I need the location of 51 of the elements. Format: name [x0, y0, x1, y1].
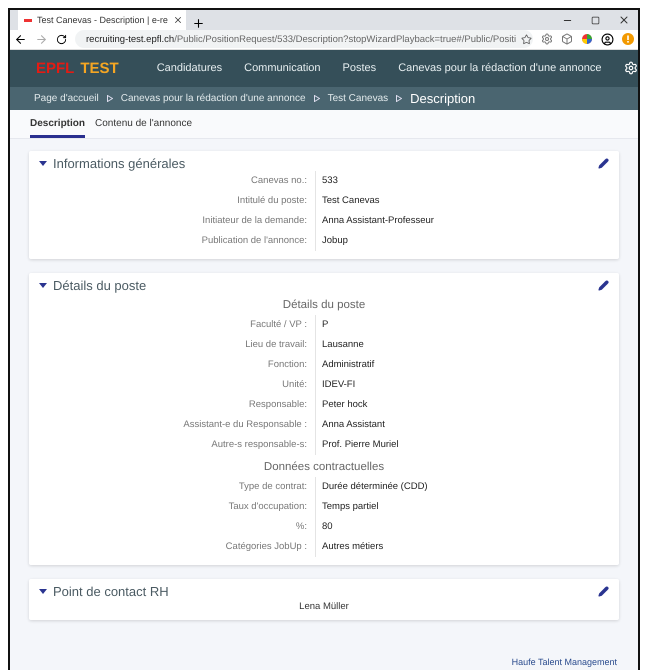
field-value: Administratif: [321, 358, 376, 372]
breadcrumb-current: Description: [410, 90, 476, 106]
field-label: Autre-s responsable-s:: [39, 435, 316, 455]
field-value: Anna Assistant: [321, 418, 386, 432]
field-label: Publication de l'annonce:: [39, 231, 316, 251]
field-label: Intitulé du poste:: [39, 191, 316, 211]
section-title: Point de contact RH: [53, 584, 169, 599]
breadcrumb-link[interactable]: Canevas pour la rédaction d'une annonce: [120, 92, 306, 104]
footer-link[interactable]: Haufe Talent Management: [512, 657, 617, 667]
field-value: Temps partiel: [321, 500, 380, 514]
tab[interactable]: Contenu de l'annonce: [95, 116, 192, 138]
field-label: Faculté / VP :: [39, 315, 316, 335]
address-field[interactable]: recruiting-test.epfl.ch/Public/PositionRequest/533/Description?stopWizardPlayback=true#/Public/Positi: [75, 30, 533, 48]
field-value: 533: [321, 174, 339, 188]
section-title: Informations générales: [53, 156, 186, 171]
field-value: Anna Assistant-Professeur: [321, 214, 435, 228]
field-value: P: [321, 318, 330, 332]
field-value: Durée déterminée (CDD): [321, 480, 429, 494]
field-value: Test Canevas: [321, 194, 381, 208]
field-label: Taux d'occupation:: [39, 497, 316, 517]
field-value: 80: [321, 520, 334, 534]
breadcrumb-link[interactable]: Page d'accueil: [34, 92, 99, 104]
browser-tab[interactable]: Test Canevas - Description | e-re: [18, 10, 186, 30]
field-label: Responsable:: [39, 395, 316, 415]
section-title: Détails du poste: [53, 278, 146, 293]
logo: EPFL TEST: [36, 60, 119, 77]
field-value: Peter hock: [321, 398, 368, 412]
field-label: Initiateur de la demande:: [39, 211, 316, 231]
tab-title: Test Canevas - Description | e-re: [37, 15, 168, 25]
breadcrumb-link[interactable]: Test Canevas: [328, 92, 388, 104]
field-label: Catégories JobUp :: [39, 537, 316, 557]
field-label: Type de contrat:: [39, 477, 316, 497]
tab[interactable]: Description: [30, 116, 86, 138]
field-value: Lausanne: [321, 338, 365, 352]
field-label: Canevas no.:: [39, 171, 316, 191]
nav-link[interactable]: Postes: [342, 62, 376, 74]
group-heading: Détails du poste: [282, 298, 366, 313]
field-label: Assistant-e du Responsable :: [39, 415, 316, 435]
nav-link[interactable]: Communication: [244, 62, 321, 74]
field-value: IDEV-FI: [321, 378, 356, 392]
nav-link[interactable]: Canevas pour la rédaction d'une annonce: [398, 62, 602, 74]
field-label: Lieu de travail:: [39, 335, 316, 355]
group-heading: Données contractuelles: [262, 460, 386, 475]
field-label: %:: [39, 517, 316, 537]
field-value: Jobup: [321, 234, 349, 248]
field-value: Autres métiers: [321, 540, 384, 554]
field-value: Prof. Pierre Muriel: [321, 438, 400, 452]
field-label: Unité:: [39, 375, 316, 395]
field-label: Fonction:: [39, 355, 316, 375]
nav-link[interactable]: Candidatures: [156, 62, 222, 74]
contact-name: Lena Müller: [298, 600, 350, 612]
